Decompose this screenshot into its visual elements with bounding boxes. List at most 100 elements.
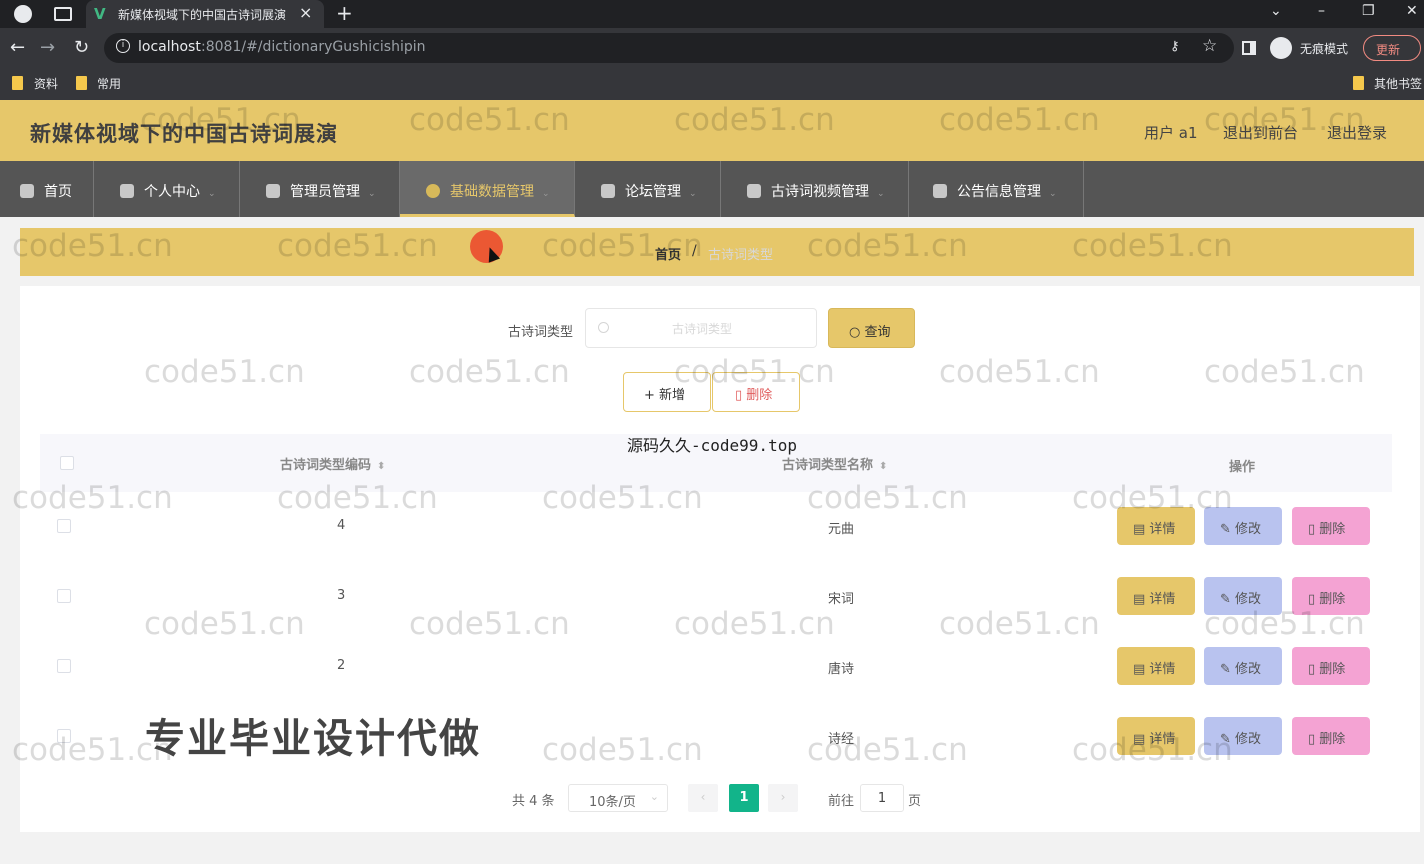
detail-label: 详情 [1149,732,1176,747]
back-icon[interactable]: ← [10,37,25,58]
folder-icon [1353,76,1364,90]
update-button[interactable]: 更新 [1363,35,1421,61]
row-checkbox[interactable] [57,729,71,743]
nav-item-poetry-video[interactable]: 古诗词视频管理 ⌄ [721,161,909,217]
nav-item-admin[interactable]: 管理员管理 ⌄ [240,161,400,217]
main-nav: 首页 个人中心 ⌄ 管理员管理 ⌄ 基础数据管理 ⌄ 论坛管理 ⌄ 古诗词视频管理 ⌄ 公… [0,161,1424,217]
chevron-down-icon: ⌄ [877,189,885,199]
nav-item-notice[interactable]: 公告信息管理 ⌄ [909,161,1084,217]
row-checkbox[interactable] [57,589,71,603]
nav-item-personal-center[interactable]: 个人中心 ⌄ [94,161,240,217]
remove-button[interactable]: ▯ 删除 [1292,577,1370,615]
row-checkbox[interactable] [57,659,71,673]
remove-label: 删除 [1319,592,1346,607]
edit-label: 修改 [1235,662,1262,677]
chevron-down-icon: ⌄ [649,790,659,803]
row-checkbox[interactable] [57,519,71,533]
page-number-current[interactable]: 1 [729,784,759,812]
query-button[interactable]: ○ 查询 [828,308,915,348]
detail-label: 详情 [1149,662,1176,677]
trash-icon: ▯ [1308,522,1320,537]
edit-button[interactable]: ✎ 修改 [1204,717,1282,755]
detail-button[interactable]: ▤ 详情 [1117,717,1195,755]
detail-icon: ▤ [1133,662,1150,677]
sort-icon[interactable]: ⬍ [879,461,887,472]
close-window-icon[interactable]: ✕ [1406,3,1418,19]
bookmark-star-icon[interactable]: ☆ [1202,36,1217,56]
tab-close-icon[interactable]: × [299,3,312,22]
nav-item-basic-data[interactable]: 基础数据管理 ⌄ [400,161,575,217]
site-info-icon[interactable]: i [116,39,130,53]
site-title: 新媒体视域下的中国古诗词展演 [30,122,338,146]
restore-icon[interactable]: ❐ [1362,3,1375,19]
remove-button[interactable]: ▯ 删除 [1292,717,1370,755]
page-size-select[interactable]: 10条/页 ⌄ [568,784,668,812]
sort-icon[interactable]: ⬍ [377,461,385,472]
chevron-down-icon: ⌄ [1049,189,1057,199]
edit-button[interactable]: ✎ 修改 [1204,577,1282,615]
next-page-button[interactable]: › [768,784,798,812]
address-bar[interactable]: i localhost :8081/#/dictionaryGushicishi… [104,33,1234,63]
goto-page-input[interactable]: 1 [860,784,904,812]
prev-page-button[interactable]: ‹ [688,784,718,812]
remove-button[interactable]: ▯ 删除 [1292,647,1370,685]
detail-button[interactable]: ▤ 详情 [1117,507,1195,545]
detail-label: 详情 [1149,522,1176,537]
phone-icon [747,184,761,198]
tab-list-icon[interactable]: ⌄ [1270,3,1282,19]
reload-icon[interactable]: ↻ [74,37,89,58]
nav-item-label: 首页 [44,184,72,200]
doc-icon [601,184,615,198]
send-icon [266,184,280,198]
add-button[interactable]: + 新增 [623,372,711,412]
forward-icon[interactable]: → [40,37,55,58]
search-field[interactable] [585,308,817,348]
new-tab-icon[interactable]: + [336,1,353,25]
page-unit-label: 页 [908,794,922,809]
other-bookmarks[interactable]: 其他书签 [1374,75,1422,92]
browser-tab[interactable]: V 新媒体视域下的中国古诗词展演 × [86,0,324,28]
cell-name: 元曲 [828,522,855,537]
trash-icon: ▯ [1308,732,1320,747]
source-watermark: 源码久久-code99.top [627,436,797,455]
edit-button[interactable]: ✎ 修改 [1204,507,1282,545]
nav-item-forum[interactable]: 论坛管理 ⌄ [575,161,721,217]
logout-link[interactable]: 退出登录 [1327,122,1387,143]
select-all-checkbox[interactable] [60,456,74,470]
bookmark-item[interactable]: 常用 [97,75,121,92]
nav-item-label: 管理员管理 [290,184,360,200]
column-header-code[interactable]: 古诗词类型编码 ⬍ [280,454,385,473]
batch-delete-button[interactable]: ▯ 删除 [712,372,800,412]
user-icon [120,184,134,198]
incognito-icon[interactable] [1270,37,1292,59]
trash-icon: ▯ [1308,592,1320,607]
cell-name: 唐诗 [828,662,855,677]
ad-watermark: 专业毕业设计代做 [145,716,481,762]
edit-button[interactable]: ✎ 修改 [1204,647,1282,685]
browser-profile-icon[interactable] [14,5,32,23]
back-to-front-link[interactable]: 退出到前台 [1223,122,1298,143]
tab-title: 新媒体视域下的中国古诗词展演 [118,8,287,22]
table-row: 2 唐诗 ▤ 详情 ✎ 修改 ▯ 删除 [40,636,1392,706]
side-panel-icon[interactable] [1242,41,1256,55]
breadcrumb-home[interactable]: 首页 [655,244,681,263]
chevron-down-icon: ⌄ [542,189,550,199]
update-label: 更新 [1376,43,1401,57]
remove-label: 删除 [1319,662,1346,677]
compass-icon [426,184,440,198]
chevron-down-icon: ⌄ [208,189,216,199]
search-icon: ○ [849,325,865,340]
remove-button[interactable]: ▯ 删除 [1292,507,1370,545]
nav-item-home[interactable]: 首页 [0,161,94,217]
tab-search-icon[interactable] [54,7,72,21]
minimize-icon[interactable]: – [1318,3,1325,19]
detail-button[interactable]: ▤ 详情 [1117,577,1195,615]
search-input[interactable] [620,319,784,339]
folder-icon [76,76,87,90]
detail-icon: ▤ [1133,732,1150,747]
detail-icon: ▤ [1133,522,1150,537]
bookmark-item[interactable]: 资料 [34,75,58,92]
column-header-name[interactable]: 古诗词类型名称 ⬍ [782,454,887,473]
password-key-icon[interactable]: ⚷ [1170,39,1180,54]
detail-button[interactable]: ▤ 详情 [1117,647,1195,685]
